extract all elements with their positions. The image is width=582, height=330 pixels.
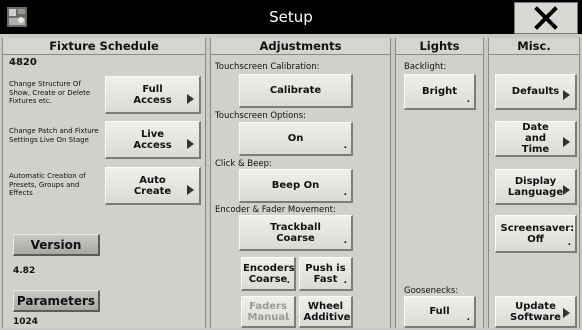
touchscreen-options-button[interactable]: On . (239, 122, 353, 156)
goosenecks-label: Goosenecks: (404, 286, 459, 296)
live-access-description: Change Patch and Fixture Settings Live O… (9, 127, 99, 144)
auto-create-label: Auto Create (133, 174, 172, 197)
live-access-label: Live Access (133, 128, 172, 151)
auto-create-description: Automatic Creation of Presets, Groups an… (9, 172, 86, 197)
dropdown-indicator-icon: . (343, 141, 347, 151)
backlight-label: Backlight: (404, 62, 447, 72)
wheel-value: Wheel Additive (303, 300, 351, 323)
misc-panel: Misc. Defaults Date and Time Display Lan… (488, 38, 580, 328)
faders-value: Faders Manual (247, 300, 289, 323)
update-software-label: Update Software (510, 300, 561, 323)
close-button[interactable] (514, 2, 578, 34)
full-access-description: Change Structure Of Show, Create or Dele… (9, 80, 91, 105)
backlight-button[interactable]: Bright . (404, 74, 476, 110)
arrow-right-icon (187, 185, 194, 195)
full-access-button[interactable]: Full Access (105, 76, 201, 114)
version-value: 4.82 (13, 266, 36, 276)
dropdown-indicator-icon: . (567, 238, 571, 248)
live-access-button[interactable]: Live Access (105, 121, 201, 159)
dropdown-indicator-icon: . (286, 313, 290, 323)
push-button[interactable]: Push is Fast . (299, 257, 353, 291)
defaults-button[interactable]: Defaults (495, 74, 577, 110)
touchscreen-calibration-label: Touchscreen Calibration: (215, 62, 320, 72)
defaults-label: Defaults (511, 86, 560, 97)
encoders-button[interactable]: Encoders Coarse . (241, 257, 296, 291)
fixture-schedule-panel: Fixture Schedule 4820 Change Structure O… (2, 38, 206, 328)
adjustments-panel: Adjustments Touchscreen Calibration: Cal… (210, 38, 391, 328)
dropdown-indicator-icon: . (343, 188, 347, 198)
arrow-right-icon (563, 185, 570, 195)
screensaver-button[interactable]: Screensaver: Off . (495, 215, 577, 253)
trackball-button[interactable]: Trackball Coarse . (239, 215, 353, 251)
click-beep-label: Click & Beep: (215, 159, 272, 169)
lights-panel: Lights Backlight: Bright . Goosenecks: F… (395, 38, 484, 328)
window-title: Setup (269, 8, 313, 26)
dropdown-indicator-icon: . (466, 95, 470, 105)
touchscreen-options-label: Touchscreen Options: (215, 111, 307, 121)
goosenecks-value: Full (429, 306, 450, 317)
title-bar: Setup (0, 0, 582, 34)
date-time-label: Date and Time (521, 122, 550, 155)
display-language-button[interactable]: Display Language (495, 169, 577, 205)
encoder-fader-label: Encoder & Fader Movement: (215, 205, 336, 215)
dropdown-indicator-icon: . (286, 276, 290, 286)
backlight-value: Bright (421, 86, 458, 97)
close-icon (534, 6, 558, 30)
full-access-label: Full Access (133, 83, 172, 106)
arrow-right-icon (187, 94, 194, 104)
version-button[interactable]: Version (13, 234, 100, 256)
touchscreen-options-value: On (287, 133, 304, 144)
update-software-button[interactable]: Update Software (495, 296, 577, 328)
trackball-value: Trackball Coarse (270, 221, 321, 244)
parameters-value: 1024 (13, 317, 39, 327)
click-beep-value: Beep On (271, 180, 320, 191)
calibrate-button[interactable]: Calibrate (239, 74, 353, 108)
dropdown-indicator-icon: . (466, 313, 470, 323)
lights-header: Lights (396, 38, 483, 55)
arrow-right-icon (563, 137, 570, 147)
screensaver-label: Screensaver: Off (500, 222, 575, 245)
date-time-button[interactable]: Date and Time (495, 121, 577, 157)
wheel-button[interactable]: Wheel Additive . (299, 296, 353, 328)
adjustments-header: Adjustments (211, 38, 390, 55)
display-language-label: Display Language (507, 175, 564, 198)
arrow-right-icon (563, 308, 570, 318)
dropdown-indicator-icon: . (343, 236, 347, 246)
arrow-right-icon (187, 139, 194, 149)
arrow-right-icon (563, 90, 570, 100)
push-value: Push is Fast (305, 262, 346, 285)
parameters-button[interactable]: Parameters (13, 290, 100, 312)
encoders-value: Encoders Coarse (243, 262, 295, 285)
goosenecks-button[interactable]: Full . (404, 296, 476, 328)
auto-create-button[interactable]: Auto Create (105, 167, 201, 205)
click-beep-button[interactable]: Beep On . (239, 169, 353, 203)
fixture-count: 4820 (9, 57, 37, 68)
misc-header: Misc. (489, 38, 579, 55)
dropdown-indicator-icon: . (343, 276, 347, 286)
dropdown-indicator-icon: . (343, 313, 347, 323)
faders-button[interactable]: Faders Manual . (241, 296, 296, 328)
fixture-schedule-header: Fixture Schedule (3, 38, 205, 55)
